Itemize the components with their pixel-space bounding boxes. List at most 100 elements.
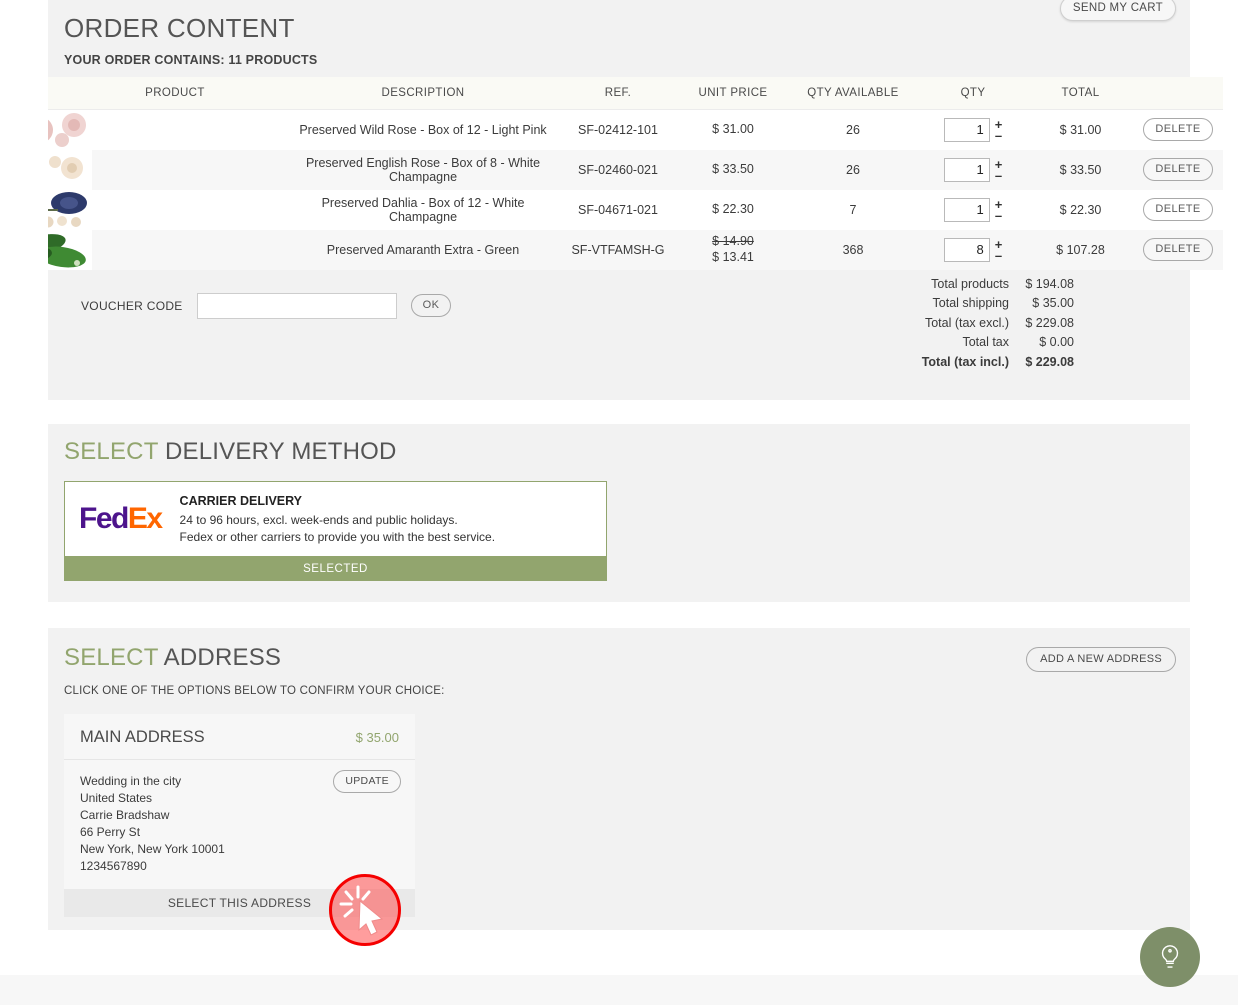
totals-label: Total shipping	[932, 296, 1009, 311]
product-qty-cell: + –	[918, 190, 1028, 230]
qty-decrease-button[interactable]: –	[995, 249, 1003, 262]
cursor-click-icon	[339, 885, 384, 936]
delete-product-button[interactable]: DELETE	[1143, 238, 1213, 262]
product-actions: DELETE	[1133, 190, 1223, 230]
address-title-highlight: SELECT	[64, 644, 159, 671]
qty-decrease-button[interactable]: –	[995, 169, 1003, 182]
product-qty-available: 26	[846, 162, 860, 177]
page-title: ORDER CONTENT	[64, 13, 295, 43]
carrier-description: CARRIER DELIVERY 24 to 96 hours, excl. w…	[180, 493, 495, 546]
qty-stepper[interactable]: + –	[995, 198, 1003, 222]
qty-input[interactable]	[943, 157, 990, 182]
update-address-button[interactable]: UPDATE	[333, 770, 401, 793]
product-total: $ 107.28	[1056, 242, 1105, 257]
totals-row: Total shipping $ 35.00	[859, 294, 1084, 314]
address-line: 66 Perry St	[80, 825, 141, 839]
product-thumbnail	[48, 109, 92, 150]
product-actions: DELETE	[1133, 150, 1223, 190]
delivery-title-rest: DELIVERY METHOD	[158, 438, 397, 465]
address-title-rest: ADDRESS	[158, 644, 282, 671]
table-header: PRODUCT DESCRIPTION REF. UNIT PRICE QTY …	[48, 76, 1223, 110]
qty-decrease-button[interactable]: –	[995, 129, 1003, 142]
delete-product-button[interactable]: DELETE	[1143, 198, 1213, 222]
qty-decrease-button[interactable]: –	[995, 209, 1003, 222]
address-line: 1234567890	[80, 859, 147, 873]
fedex-logo-fed: Fed	[79, 502, 129, 535]
carrier-line-2: Fedex or other carriers to provide you w…	[179, 529, 496, 544]
product-qty-available: 26	[846, 122, 860, 137]
address-inner: SELECT ADDRESS ADD A NEW ADDRESS CLICK O…	[48, 628, 1190, 917]
totals-value: $ 0.00	[1039, 335, 1074, 350]
voucher-ok-button[interactable]: OK	[410, 294, 452, 318]
address-line: Carrie Bradshaw	[80, 808, 170, 822]
delete-product-button[interactable]: DELETE	[1143, 118, 1213, 142]
totals-value: $ 229.08	[1025, 354, 1074, 369]
column-qty: QTY	[918, 76, 1028, 110]
qty-stepper[interactable]: + –	[995, 158, 1003, 182]
delete-product-button[interactable]: DELETE	[1143, 158, 1213, 182]
qty-stepper[interactable]: + –	[995, 118, 1003, 142]
totals-value: $ 35.00	[1032, 296, 1074, 311]
product-ref: SF-02460-021	[578, 162, 658, 177]
totals-value: $ 229.08	[1025, 315, 1074, 330]
totals-label: Total products	[931, 276, 1009, 291]
lightbulb-icon	[1161, 945, 1179, 968]
product-description: Preserved Wild Rose - Box of 12 - Light …	[299, 122, 547, 137]
add-new-address-button[interactable]: ADD A NEW ADDRESS	[1026, 647, 1176, 672]
totals-label: Total (tax incl.)	[921, 354, 1009, 369]
order-bottom: VOUCHER CODE OK Total products $ 194.08 T…	[48, 270, 1190, 378]
product-unit-price: $ 14.90 $ 13.41	[712, 233, 754, 264]
product-qty-available: 368	[842, 242, 864, 257]
address-section-title: SELECT ADDRESS	[64, 644, 1174, 672]
help-button[interactable]	[1140, 927, 1200, 987]
column-actions	[1133, 76, 1223, 110]
qty-stepper[interactable]: + –	[995, 238, 1003, 262]
address-shipping-price: $ 35.00	[355, 730, 399, 745]
carrier-line-1: 24 to 96 hours, excl. week-ends and publ…	[179, 512, 458, 527]
totals-label: Total (tax excl.)	[924, 315, 1009, 330]
table-header-row: PRODUCT DESCRIPTION REF. UNIT PRICE QTY …	[48, 76, 1223, 110]
qty-input[interactable]	[943, 197, 990, 222]
table-row: Preserved English Rose - Box of 8 - Whit…	[48, 149, 1223, 190]
table-row: Preserved Dahlia - Box of 12 - White Cha…	[48, 189, 1223, 230]
column-qty-available: QTY AVAILABLE	[788, 76, 918, 110]
product-total: $ 31.00	[1059, 122, 1102, 137]
send-my-cart-button[interactable]: SEND MY CART	[1059, 0, 1176, 21]
product-ref: SF-02412-101	[578, 122, 658, 137]
fedex-logo-ex: Ex	[127, 502, 163, 535]
delivery-method-panel: SELECT DELIVERY METHOD FedEx CARRIER DEL…	[48, 424, 1190, 602]
table-body: Preserved Wild Rose - Box of 12 - Light …	[48, 109, 1223, 270]
table-row: Preserved Wild Rose - Box of 12 - Light …	[48, 109, 1223, 150]
product-description: Preserved Dahlia - Box of 12 - White Cha…	[321, 195, 525, 224]
click-indicator	[329, 874, 401, 946]
checkout-page: ORDER CONTENT YOUR ORDER CONTAINS: 11 PR…	[0, 0, 1238, 1005]
carrier-option-card[interactable]: FedEx CARRIER DELIVERY 24 to 96 hours, e…	[64, 481, 607, 557]
address-card-title: MAIN ADDRESS	[80, 728, 205, 746]
product-thumbnail-cell	[48, 149, 288, 190]
voucher-input[interactable]	[196, 292, 397, 319]
totals-row: Total products $ 194.08	[859, 275, 1084, 295]
delivery-inner: SELECT DELIVERY METHOD FedEx CARRIER DEL…	[48, 424, 1190, 581]
qty-input[interactable]	[943, 237, 990, 262]
totals-row: Total tax $ 0.00	[859, 333, 1084, 353]
carrier-selected-bar[interactable]: SELECTED	[64, 557, 607, 581]
order-items-table: PRODUCT DESCRIPTION REF. UNIT PRICE QTY …	[48, 76, 1223, 270]
address-panel: SELECT ADDRESS ADD A NEW ADDRESS CLICK O…	[48, 628, 1190, 930]
carrier-name: CARRIER DELIVERY	[179, 493, 303, 508]
product-actions: DELETE	[1133, 230, 1223, 270]
delivery-title-highlight: SELECT	[64, 438, 159, 465]
column-description: DESCRIPTION	[288, 76, 558, 110]
qty-input[interactable]	[943, 117, 990, 142]
product-thumbnail-cell	[48, 229, 288, 270]
column-ref: REF.	[558, 76, 678, 110]
column-total: TOTAL	[1028, 76, 1133, 110]
product-thumbnail-cell	[48, 189, 288, 230]
product-description: Preserved Amaranth Extra - Green	[326, 242, 520, 257]
product-actions: DELETE	[1133, 109, 1223, 150]
product-thumbnail	[48, 149, 92, 190]
column-product: PRODUCT	[48, 76, 288, 110]
voucher-label: VOUCHER CODE	[81, 298, 183, 313]
delivery-section-title: SELECT DELIVERY METHOD	[64, 438, 1174, 466]
product-qty-cell: + –	[918, 109, 1028, 150]
address-card-header: MAIN ADDRESS $ 35.00	[64, 714, 415, 760]
